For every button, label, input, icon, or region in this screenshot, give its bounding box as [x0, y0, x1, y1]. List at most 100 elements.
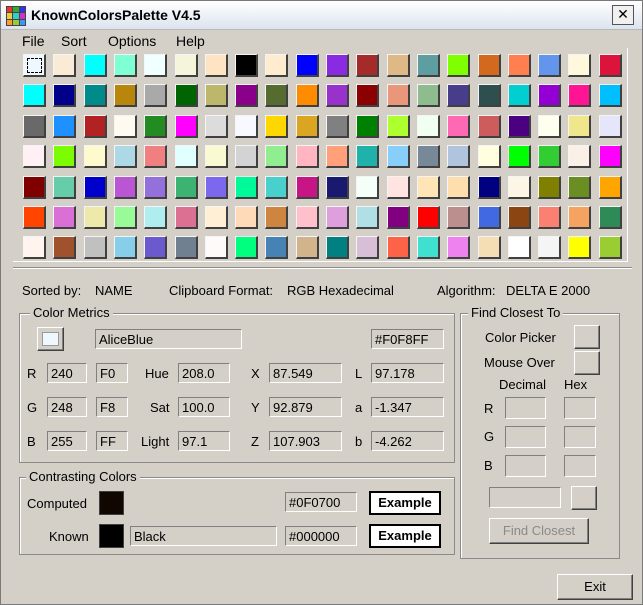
- color-swatch[interactable]: [113, 84, 137, 108]
- color-swatch[interactable]: [356, 236, 380, 260]
- color-swatch[interactable]: [356, 54, 380, 77]
- known-name-field[interactable]: Black: [130, 526, 277, 546]
- color-swatch[interactable]: [265, 145, 289, 169]
- color-swatch[interactable]: [144, 206, 168, 229]
- color-swatch[interactable]: [53, 54, 77, 77]
- find-r-hex-field[interactable]: [564, 397, 596, 419]
- color-swatch[interactable]: [113, 54, 137, 77]
- color-swatch[interactable]: [356, 114, 380, 138]
- color-swatch[interactable]: [204, 236, 228, 260]
- color-swatch[interactable]: [23, 145, 46, 169]
- color-swatch[interactable]: [326, 145, 349, 169]
- color-swatch[interactable]: [144, 114, 168, 138]
- color-swatch[interactable]: [235, 84, 259, 108]
- color-swatch[interactable]: [477, 175, 501, 199]
- color-swatch[interactable]: [568, 175, 592, 199]
- color-swatch[interactable]: [598, 84, 622, 108]
- color-swatch[interactable]: [204, 114, 228, 138]
- b-decimal-field[interactable]: 255: [47, 431, 87, 451]
- color-swatch[interactable]: [23, 206, 46, 229]
- color-swatch[interactable]: [174, 145, 198, 169]
- menu-sort[interactable]: Sort: [61, 33, 87, 49]
- color-name-field[interactable]: AliceBlue: [95, 329, 242, 349]
- color-swatch[interactable]: [265, 175, 289, 199]
- r-decimal-field[interactable]: 240: [47, 363, 87, 383]
- color-swatch[interactable]: [113, 236, 137, 260]
- color-swatch[interactable]: [83, 236, 107, 260]
- color-swatch[interactable]: [53, 175, 77, 199]
- color-swatch[interactable]: [265, 84, 289, 108]
- color-swatch[interactable]: [235, 145, 259, 169]
- color-swatch[interactable]: [507, 145, 531, 169]
- color-swatch[interactable]: [113, 206, 137, 229]
- color-swatch[interactable]: [447, 145, 471, 169]
- color-swatch[interactable]: [23, 175, 46, 199]
- color-swatch[interactable]: [326, 54, 349, 77]
- color-swatch[interactable]: [113, 175, 137, 199]
- find-b-decimal-field[interactable]: [505, 455, 546, 477]
- r-hex-field[interactable]: F0: [96, 363, 128, 383]
- find-g-decimal-field[interactable]: [505, 426, 546, 448]
- color-swatch[interactable]: [447, 175, 471, 199]
- lab-b-field[interactable]: -4.262: [371, 431, 444, 451]
- color-swatch[interactable]: [295, 236, 319, 260]
- color-swatch[interactable]: [598, 206, 622, 229]
- light-field[interactable]: 97.1: [178, 431, 230, 451]
- close-icon[interactable]: ✕: [612, 5, 634, 25]
- find-closest-button[interactable]: Find Closest: [489, 518, 589, 544]
- color-swatch[interactable]: [265, 54, 289, 77]
- color-swatch[interactable]: [416, 175, 440, 199]
- find-r-decimal-field[interactable]: [505, 397, 546, 419]
- color-swatch[interactable]: [326, 206, 349, 229]
- color-swatch[interactable]: [416, 84, 440, 108]
- mouse-over-button[interactable]: [574, 351, 600, 375]
- known-hex-field[interactable]: #000000: [285, 526, 357, 546]
- color-swatch[interactable]: [416, 54, 440, 77]
- sat-field[interactable]: 100.0: [178, 397, 230, 417]
- color-swatch[interactable]: [265, 206, 289, 229]
- known-example-button[interactable]: Example: [369, 524, 441, 548]
- color-swatch[interactable]: [326, 114, 349, 138]
- color-picker-button[interactable]: [574, 325, 600, 349]
- color-swatch[interactable]: [174, 175, 198, 199]
- color-swatch[interactable]: [235, 114, 259, 138]
- z-field[interactable]: 107.903: [269, 431, 342, 451]
- color-swatch[interactable]: [53, 84, 77, 108]
- color-swatch[interactable]: [386, 206, 410, 229]
- color-swatch[interactable]: [568, 236, 592, 260]
- color-swatch[interactable]: [295, 54, 319, 77]
- color-swatch[interactable]: [295, 206, 319, 229]
- color-swatch[interactable]: [113, 145, 137, 169]
- color-swatch[interactable]: [356, 175, 380, 199]
- color-swatch[interactable]: [568, 84, 592, 108]
- color-swatch[interactable]: [598, 114, 622, 138]
- color-swatch[interactable]: [507, 114, 531, 138]
- color-hex-field[interactable]: #F0F8FF: [371, 329, 444, 349]
- color-swatch[interactable]: [204, 145, 228, 169]
- color-swatch[interactable]: [386, 175, 410, 199]
- color-swatch[interactable]: [507, 206, 531, 229]
- g-hex-field[interactable]: F8: [96, 397, 128, 417]
- color-swatch[interactable]: [568, 206, 592, 229]
- color-swatch[interactable]: [83, 175, 107, 199]
- color-swatch[interactable]: [144, 54, 168, 77]
- color-swatch[interactable]: [386, 114, 410, 138]
- color-swatch[interactable]: [538, 84, 562, 108]
- color-swatch[interactable]: [295, 114, 319, 138]
- color-swatch[interactable]: [447, 206, 471, 229]
- find-b-hex-field[interactable]: [564, 455, 596, 477]
- color-swatch[interactable]: [538, 175, 562, 199]
- color-swatch[interactable]: [144, 175, 168, 199]
- color-swatch[interactable]: [416, 114, 440, 138]
- color-swatch[interactable]: [356, 206, 380, 229]
- color-swatch[interactable]: [53, 206, 77, 229]
- color-swatch[interactable]: [477, 206, 501, 229]
- color-swatch[interactable]: [477, 114, 501, 138]
- color-swatch[interactable]: [83, 84, 107, 108]
- exit-button[interactable]: Exit: [557, 574, 633, 600]
- menu-help[interactable]: Help: [176, 33, 205, 49]
- color-swatch[interactable]: [83, 114, 107, 138]
- color-swatch[interactable]: [235, 206, 259, 229]
- color-swatch[interactable]: [83, 145, 107, 169]
- color-swatch[interactable]: [447, 84, 471, 108]
